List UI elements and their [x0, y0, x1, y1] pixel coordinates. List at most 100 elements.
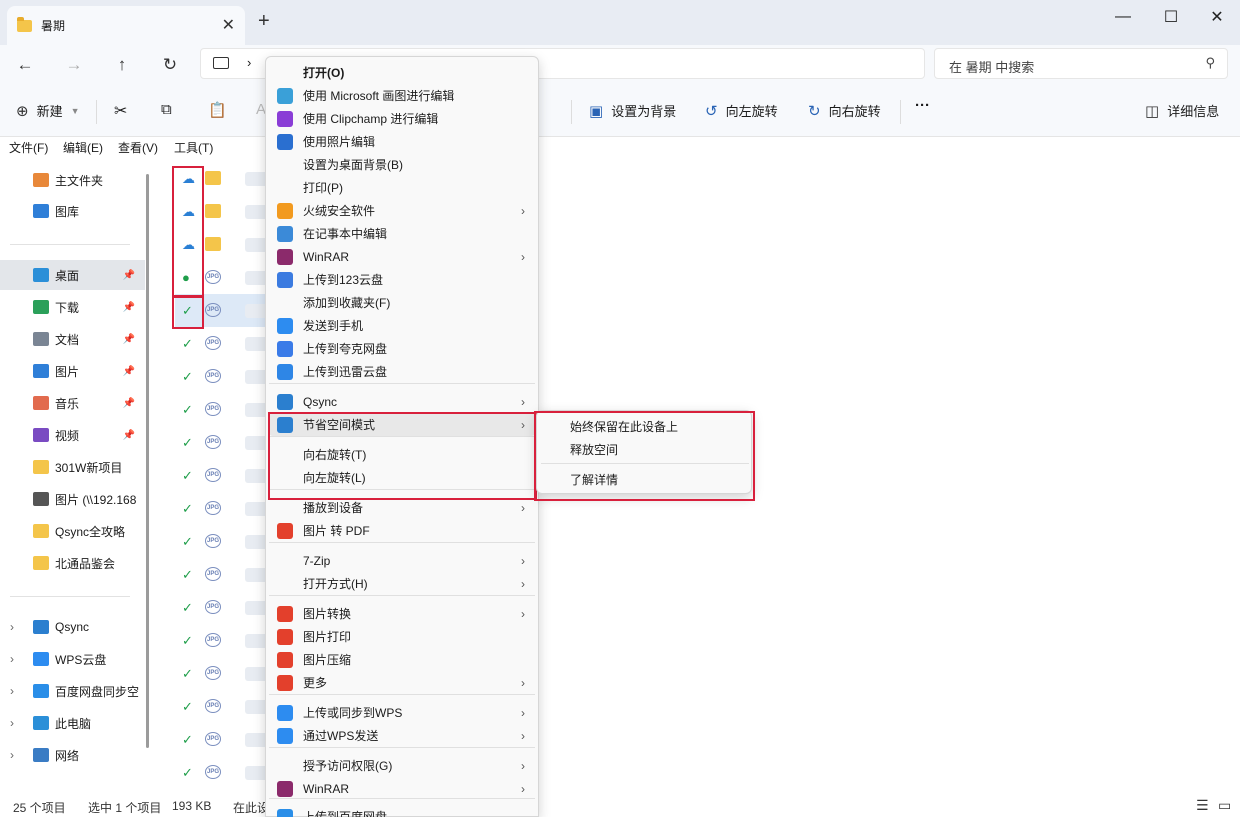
nav-item[interactable]: 下载 📌 — [0, 292, 145, 322]
menu-tools[interactable]: 工具(T) — [174, 139, 213, 156]
paint-icon — [277, 87, 293, 104]
rotate-right-button[interactable]: ↻ 向右旋转 — [808, 101, 881, 120]
nav-root-item[interactable]: › 网络 — [0, 740, 145, 770]
context-menu-item[interactable]: 更多 › — [269, 671, 535, 694]
nav-root-item[interactable]: › 此电脑 — [0, 708, 145, 738]
file-row[interactable]: ✓ JPG — [175, 393, 285, 426]
chevron-right-icon[interactable]: › — [10, 620, 14, 634]
context-menu-item[interactable]: 在记事本中编辑 — [269, 222, 535, 245]
tiles-view-icon[interactable]: ▭ — [1218, 797, 1231, 814]
nav-root-item[interactable]: › WPS云盘 — [0, 644, 145, 674]
file-row[interactable]: ✓ JPG — [175, 360, 285, 393]
refresh-button[interactable]: ↻ — [155, 50, 185, 80]
file-row[interactable]: ✓ JPG — [175, 690, 285, 723]
chevron-right-icon[interactable]: › — [10, 684, 14, 698]
context-menu-item[interactable]: 使用 Microsoft 画图进行编辑 — [269, 84, 535, 107]
file-row[interactable]: ✓ JPG — [175, 525, 285, 558]
context-menu-item[interactable]: 上传或同步到WPS › — [269, 701, 535, 724]
chevron-right-icon[interactable]: › — [10, 716, 14, 730]
nav-item[interactable]: 视频 📌 — [0, 420, 145, 450]
tab-current[interactable]: 暑期 ✕ — [7, 6, 245, 45]
nav-root-item[interactable]: › Qsync — [0, 612, 145, 642]
nav-item[interactable]: 图库 — [0, 196, 145, 226]
pin-icon[interactable]: 📌 — [123, 398, 135, 409]
menu-view[interactable]: 查看(V) — [118, 139, 158, 156]
context-menu-item[interactable]: WinRAR › — [269, 245, 535, 268]
context-menu-item[interactable]: 上传到夸克网盘 — [269, 337, 535, 360]
pin-icon[interactable]: 📌 — [123, 270, 135, 281]
file-row[interactable]: ✓ JPG — [175, 558, 285, 591]
context-menu-item[interactable]: 使用 Clipchamp 进行编辑 — [269, 107, 535, 130]
pin-icon[interactable]: 📌 — [123, 334, 135, 345]
context-menu-item[interactable]: 添加到收藏夹(F) — [269, 291, 535, 314]
context-menu-item[interactable]: 发送到手机 — [269, 314, 535, 337]
context-menu-item[interactable]: 打开(O) — [269, 61, 535, 84]
chevron-right-icon[interactable]: › — [10, 652, 14, 666]
context-menu-item[interactable]: WinRAR › — [269, 777, 535, 800]
file-row[interactable]: ✓ JPG — [175, 624, 285, 657]
nav-item[interactable]: 文档 📌 — [0, 324, 145, 354]
pin-icon[interactable]: 📌 — [123, 366, 135, 377]
nav-item[interactable]: 北通品鉴会 — [0, 548, 145, 578]
nav-item[interactable]: 桌面 📌 — [0, 260, 145, 290]
menu-file[interactable]: 文件(F) — [9, 139, 48, 156]
rotate-left-button[interactable]: ↺ 向左旋转 — [705, 101, 778, 120]
minimize-button[interactable]: — — [1100, 3, 1146, 31]
local-status-icon: ✓ — [182, 633, 193, 648]
breadcrumb-chevron-icon[interactable]: › — [247, 55, 251, 70]
details-view-icon[interactable]: ☰ — [1196, 797, 1209, 814]
new-tab-button[interactable]: + — [258, 10, 270, 33]
close-window-button[interactable]: ✕ — [1194, 3, 1240, 31]
nav-scrollbar[interactable] — [146, 174, 149, 748]
context-menu-item[interactable]: 上传到迅雷云盘 — [269, 360, 535, 383]
up-button[interactable]: ↑ — [107, 50, 137, 80]
new-button[interactable]: ⊕ 新建 ▼ — [16, 101, 80, 120]
context-menu-item[interactable]: 设置为桌面背景(B) — [269, 153, 535, 176]
context-menu-item[interactable]: 图片 转 PDF — [269, 519, 535, 542]
menu-edit[interactable]: 编辑(E) — [63, 139, 103, 156]
context-menu-item[interactable]: 图片转换 › — [269, 602, 535, 625]
context-menu-item[interactable]: 火绒安全软件 › — [269, 199, 535, 222]
jpg-file-icon: JPG — [205, 567, 221, 581]
context-menu-item[interactable]: 授予访问权限(G) › — [269, 754, 535, 777]
cut-button[interactable]: ✂ — [114, 101, 127, 121]
forward-button[interactable]: → — [59, 50, 89, 80]
more-options-button[interactable]: ··· — [915, 97, 930, 114]
file-row[interactable]: ✓ JPG — [175, 756, 285, 789]
context-menu-item[interactable]: Qsync › — [269, 390, 535, 413]
chevron-right-icon[interactable]: › — [10, 748, 14, 762]
file-row[interactable]: ✓ JPG — [175, 459, 285, 492]
file-row[interactable]: ✓ JPG — [175, 492, 285, 525]
file-row[interactable]: ✓ JPG — [175, 426, 285, 459]
file-row[interactable]: ✓ JPG — [175, 723, 285, 756]
nav-item[interactable]: 301W新项目 — [0, 452, 145, 482]
file-row[interactable]: ✓ JPG — [175, 591, 285, 624]
nav-item[interactable]: 音乐 📌 — [0, 388, 145, 418]
context-menu-item[interactable]: 通过WPS发送 › — [269, 724, 535, 747]
details-button[interactable]: ◫ 详细信息 — [1145, 101, 1219, 120]
context-menu-item[interactable]: 打开方式(H) › — [269, 572, 535, 595]
context-menu-item[interactable]: 7-Zip › — [269, 549, 535, 572]
maximize-button[interactable]: ☐ — [1148, 3, 1194, 31]
nav-item[interactable]: 图片 (\\192.168 — [0, 484, 145, 514]
context-menu-item[interactable]: 上传到百度网盘 — [269, 805, 535, 817]
paste-button[interactable]: 📋 — [208, 101, 227, 119]
pin-icon[interactable]: 📌 — [123, 430, 135, 441]
search-input[interactable]: 在 暑期 中搜索 ⚲ — [934, 48, 1228, 79]
nav-root-item[interactable]: › 百度网盘同步空 — [0, 676, 145, 706]
nav-item[interactable]: Qsync全攻略 — [0, 516, 145, 546]
nav-item[interactable]: 图片 📌 — [0, 356, 145, 386]
set-background-button[interactable]: ▣ 设置为背景 — [589, 101, 676, 120]
context-menu-item[interactable]: 图片打印 — [269, 625, 535, 648]
close-tab-icon[interactable]: ✕ — [222, 15, 235, 35]
context-menu-item[interactable]: 图片压缩 — [269, 648, 535, 671]
file-row[interactable]: ✓ JPG — [175, 327, 285, 360]
context-menu-item[interactable]: 打印(P) — [269, 176, 535, 199]
copy-button[interactable]: ⧉ — [161, 101, 172, 118]
pin-icon[interactable]: 📌 — [123, 302, 135, 313]
back-button[interactable]: ← — [10, 50, 40, 80]
file-row[interactable]: ✓ JPG — [175, 657, 285, 690]
nav-item[interactable]: 主文件夹 — [0, 165, 145, 195]
context-menu-item[interactable]: 使用照片编辑 — [269, 130, 535, 153]
context-menu-item[interactable]: 上传到123云盘 — [269, 268, 535, 291]
